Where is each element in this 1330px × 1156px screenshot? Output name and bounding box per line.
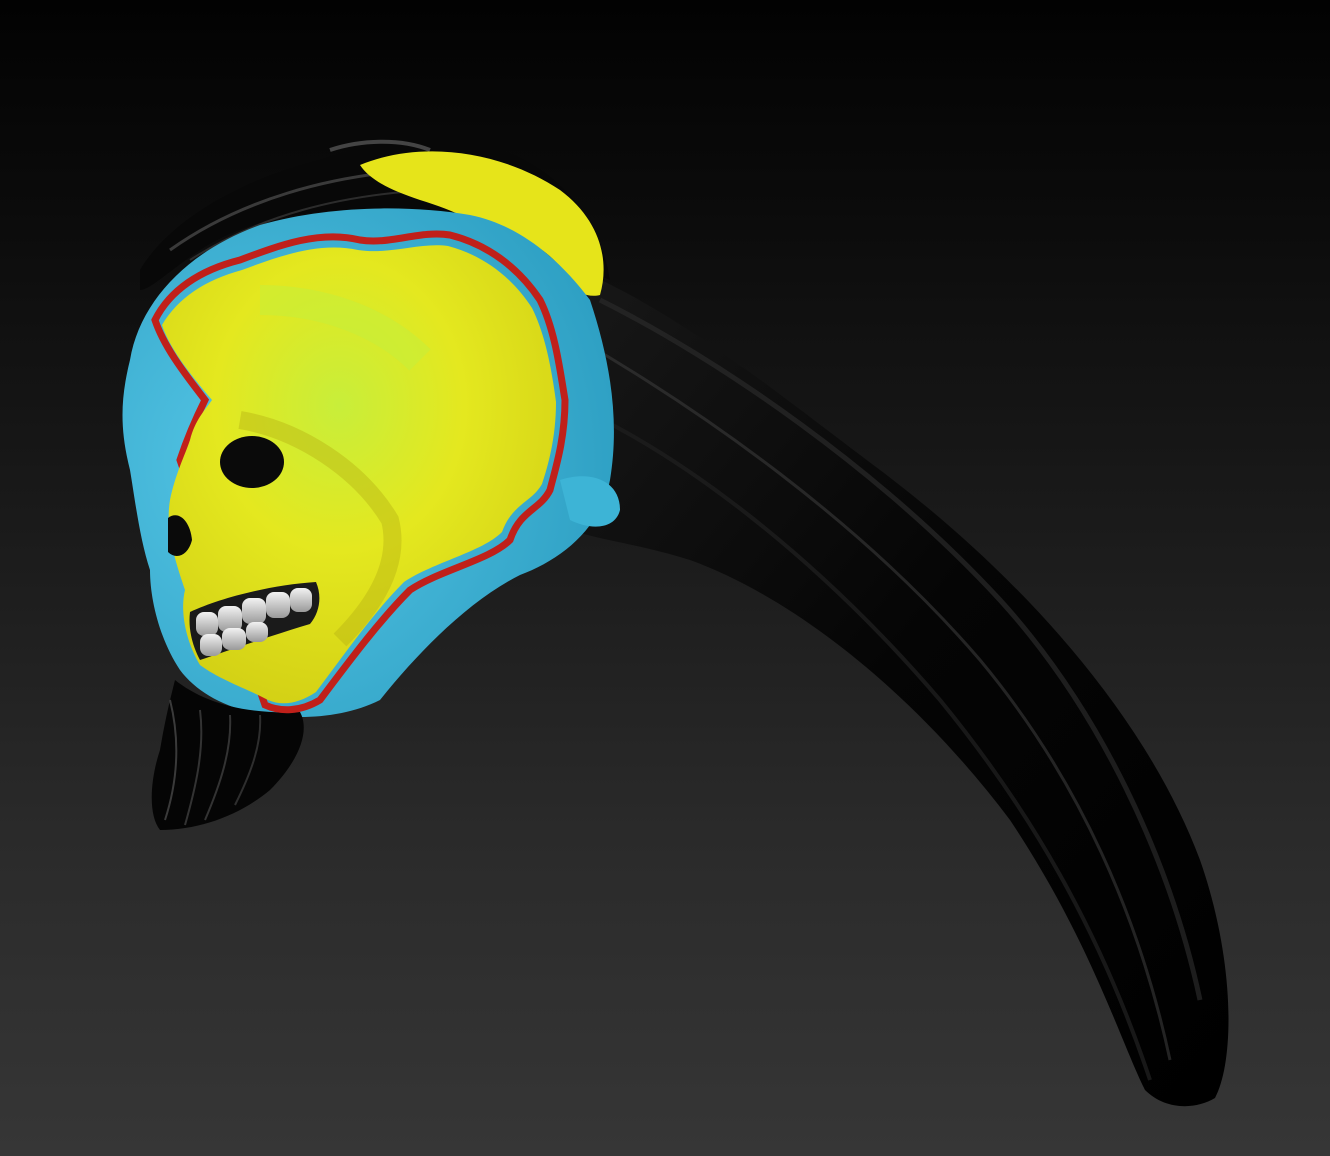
eye-socket: [220, 436, 284, 488]
hair-tail: [520, 250, 1229, 1107]
sculpt-canvas[interactable]: [0, 0, 1330, 1156]
sculpt-viewport[interactable]: [0, 0, 1330, 1156]
